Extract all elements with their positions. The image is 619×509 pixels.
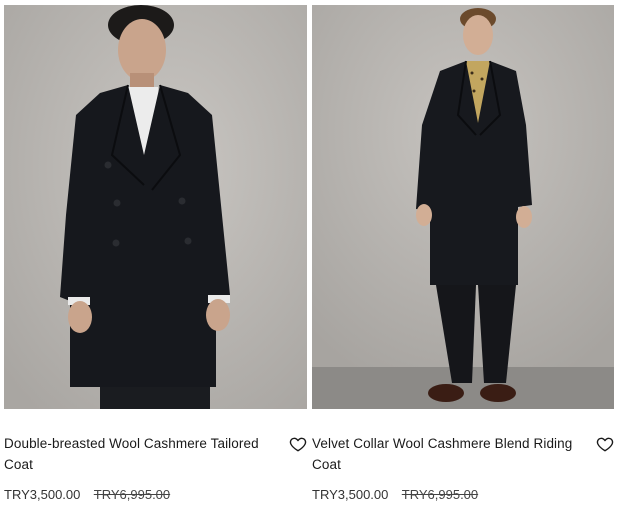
original-price: TRY6,995.00: [401, 487, 479, 502]
heart-outline-icon[interactable]: [596, 435, 614, 453]
product-photo-double-breasted-coat: [4, 5, 307, 409]
sale-price: TRY3,500.00: [312, 487, 389, 502]
original-price: TRY6,995.00: [93, 487, 171, 502]
sale-price: TRY3,500.00: [4, 487, 81, 502]
product-image-2[interactable]: [312, 5, 614, 409]
product-name[interactable]: Velvet Collar Wool Cashmere Blend Riding…: [312, 433, 614, 475]
product-card-1: Double-breasted Wool Cashmere Tailored C…: [4, 5, 307, 503]
product-prices: TRY3,500.00 TRY6,995.00: [4, 487, 307, 503]
product-info-2: Velvet Collar Wool Cashmere Blend Riding…: [312, 409, 614, 503]
product-info-1: Double-breasted Wool Cashmere Tailored C…: [4, 409, 307, 503]
product-card-2: Velvet Collar Wool Cashmere Blend Riding…: [312, 5, 614, 503]
product-image-1[interactable]: [4, 5, 307, 409]
product-name[interactable]: Double-breasted Wool Cashmere Tailored C…: [4, 433, 307, 475]
product-prices: TRY3,500.00 TRY6,995.00: [312, 487, 614, 503]
heart-outline-icon[interactable]: [289, 435, 307, 453]
product-photo-velvet-collar-coat: [312, 5, 614, 409]
